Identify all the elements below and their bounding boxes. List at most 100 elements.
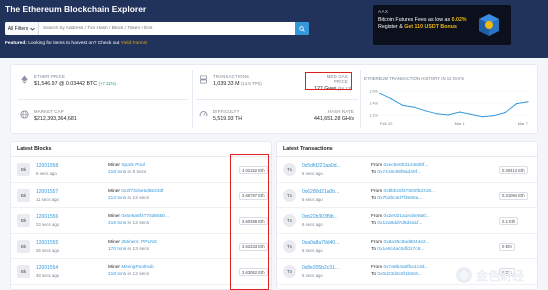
featured-link[interactable]: Yield Farms! xyxy=(121,41,148,46)
block-miner-line: Miner 2Miners: PPLNS xyxy=(108,240,157,245)
chart-data-point xyxy=(424,110,427,112)
transaction-details: From 0x8bbc5f47602f52318... To 0x7b2bc3d7… xyxy=(371,189,435,201)
transactions-row: 1,039.33 M (14.5 TPS) xyxy=(213,81,262,87)
transaction-hash-link[interactable]: 0x8e205b2c31... xyxy=(302,265,339,271)
to-address-link[interactable]: 0x7416c95f8ad40f... xyxy=(377,170,420,175)
transaction-history-chart[interactable]: 1.6m 1.4m 1.2mFeb 22 Mar 1 Mar 7 xyxy=(364,84,534,128)
from-address-link[interactable]: 0x8a35c8ad8044e2... xyxy=(384,240,430,245)
block-txns-link[interactable]: 218 txns xyxy=(108,272,126,277)
block-time: in 13 secs xyxy=(127,246,150,252)
from-label: From xyxy=(371,188,383,194)
transaction-hash-link[interactable]: 0x6280d21a0b... xyxy=(302,189,339,195)
watermark-text: 金色财经 xyxy=(476,268,525,283)
from-address-link[interactable]: 0x7a8b4a0fba1c3d... xyxy=(384,265,429,270)
transaction-details: From 0x8a35c8ad8044e2... To 0x1e5c4ac0dfd… xyxy=(371,240,430,252)
to-address-link[interactable]: 0x1e5c4ac0dfd17c8... xyxy=(377,247,424,252)
search-bar: All Filters xyxy=(5,22,309,35)
miner-link[interactable]: 2Miners: PPLNS xyxy=(121,240,156,245)
block-txns-link[interactable]: 218 txns xyxy=(108,170,126,175)
transaction-to-line: To 0x7416c95f8ad40f... xyxy=(371,170,428,175)
ad-line-2-text: Register & xyxy=(378,24,403,30)
ad-banner[interactable]: AAX Bitcoin Futures Fees as low as 0.02%… xyxy=(373,5,511,45)
to-address-link[interactable]: 0x7b2bc3d7f3e80a... xyxy=(377,196,422,201)
chart-data-point xyxy=(493,115,495,117)
chart-data-point xyxy=(447,114,449,116)
from-label: From xyxy=(371,163,383,168)
block-txns-line: 213 txns in 12 secs xyxy=(108,196,164,201)
to-label: To xyxy=(371,272,377,278)
block-time: in 12 secs xyxy=(127,195,150,201)
to-address-link[interactable]: 0x0d23d2c5f1b9c6... xyxy=(377,272,422,277)
block-details: Miner 0x6e6a6f4775d6550... 218 txns in 12… xyxy=(108,214,169,226)
miner-link[interactable]: 0x2f73c5e5d8e233f xyxy=(121,189,163,194)
chart-series-line xyxy=(379,92,529,118)
transaction-badge: Tx xyxy=(283,188,296,202)
block-badge: Bk xyxy=(17,163,30,176)
stat-transactions: TRANSACTIONS 1,039.33 M (14.5 TPS) xyxy=(213,74,262,87)
block-info: 12001557 11 secs ago xyxy=(36,189,59,202)
miner-link[interactable]: Spark Pool xyxy=(121,163,144,168)
chevron-down-icon xyxy=(30,27,36,31)
from-address-link[interactable]: 0x8bbc5f47602f52318... xyxy=(384,189,435,194)
hash-rate-value: 441,651.28 GH/s xyxy=(313,116,354,122)
block-number-link[interactable]: 12001558 xyxy=(36,163,58,169)
from-address-link[interactable]: 0xec6e0031448d0f... xyxy=(384,163,429,168)
block-txns-line: 170 txns in 13 secs xyxy=(108,247,157,252)
chart-x-tick-label: Feb 22 xyxy=(380,121,393,126)
block-miner-line: Miner MiningPoolHub xyxy=(108,265,154,270)
ether-price-label: ETHER PRICE xyxy=(34,74,66,79)
transaction-badge: Tx xyxy=(283,265,296,279)
transaction-hash-link[interactable]: 0xb22b303f9b... xyxy=(302,214,338,220)
search-input[interactable] xyxy=(39,22,295,35)
transaction-age: 6 secs ago xyxy=(302,171,323,176)
chart-data-point xyxy=(413,106,415,108)
transaction-hash-link[interactable]: 0x5dfd221aa0d... xyxy=(302,163,341,169)
transaction-amount-badge: 0.30412 Eth xyxy=(499,166,528,174)
crypto-cube-icon xyxy=(479,14,499,36)
transaction-to-line: To 0x0d23d2c5f1b9c6... xyxy=(371,272,428,277)
filter-dropdown[interactable]: All Filters xyxy=(5,22,39,35)
chart-data-point xyxy=(527,101,529,103)
transaction-age: 6 secs ago xyxy=(302,222,323,228)
from-address-link[interactable]: 0x2e021a1ed4e8a0... xyxy=(384,214,430,219)
transaction-amount-badge: 0.31094 Eth xyxy=(499,191,528,200)
miner-link[interactable]: MiningPoolHub xyxy=(121,265,154,270)
block-miner-line: Miner 0x2f73c5e5d8e233f xyxy=(108,189,164,194)
transaction-age: 6 secs ago xyxy=(302,247,323,253)
divider xyxy=(360,70,361,128)
miner-link[interactable]: 0x6e6a6f4775d6550... xyxy=(121,214,169,219)
transaction-to-line: To 0x7b2bc3d7f3e80a... xyxy=(371,196,435,201)
transaction-hash-link[interactable]: 0xa0a8a79d40... xyxy=(302,240,339,246)
chart-data-point xyxy=(390,98,392,100)
block-info: 12001555 35 secs ago xyxy=(36,240,59,253)
transactions-value[interactable]: 1,039.33 M xyxy=(213,81,240,87)
chart-data-point xyxy=(459,111,461,113)
transaction-info: 0x8e205b2c31... 6 secs ago xyxy=(302,265,339,278)
block-txns-link[interactable]: 218 txns xyxy=(108,221,126,226)
block-age: 11 secs ago xyxy=(36,196,59,202)
block-badge: Bk xyxy=(17,188,30,202)
transaction-info: 0xa0a8a79d40... 6 secs ago xyxy=(302,240,339,253)
block-time: in 5 secs xyxy=(127,170,147,175)
stat-market-cap: MARKET CAP $212,393,364,681 xyxy=(34,109,77,122)
transaction-from-line: From 0x7a8b4a0fba1c3d... xyxy=(371,265,428,270)
chart-data-point xyxy=(402,104,404,106)
block-number-link[interactable]: 12001556 xyxy=(36,214,59,220)
block-number-link[interactable]: 12001557 xyxy=(36,189,59,195)
to-address-link[interactable]: 0x12a9dd7d5d4a1f... xyxy=(377,221,422,226)
block-txns-link[interactable]: 213 txns xyxy=(108,196,126,201)
from-label: From xyxy=(371,265,383,271)
block-txns-line: 218 txns in 12 secs xyxy=(108,221,169,226)
block-info: 12001558 6 secs ago xyxy=(36,163,58,176)
chart-data-point xyxy=(379,92,381,94)
transaction-age: 6 secs ago xyxy=(302,196,323,202)
chart-data-point xyxy=(481,116,484,118)
search-button[interactable] xyxy=(295,22,309,35)
transaction-row: Tx 0xa0a8a79d40... 6 secs ago From 0x8a35c8… xyxy=(277,234,537,260)
latest-transactions-title: Latest Transactions xyxy=(277,142,537,157)
ether-price-change: (+7.11%) xyxy=(98,81,116,86)
block-txns-link[interactable]: 170 txns xyxy=(108,247,126,252)
block-number-link[interactable]: 12001555 xyxy=(36,240,59,246)
miner-label: Miner xyxy=(108,265,120,271)
block-number-link[interactable]: 12001554 xyxy=(36,265,59,271)
